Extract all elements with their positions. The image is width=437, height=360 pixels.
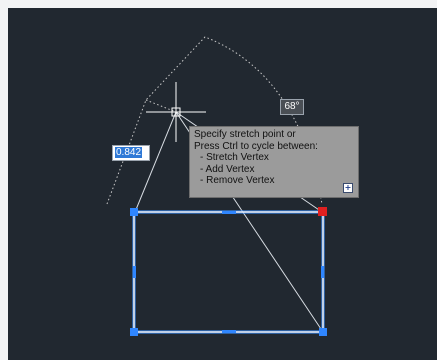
rectangle-polyline[interactable] xyxy=(133,211,324,333)
tooltip-option-remove-vertex: - Remove Vertex xyxy=(200,175,275,186)
vertex-grip-top-left[interactable] xyxy=(130,208,138,216)
midpoint-grip-right[interactable] xyxy=(321,266,324,278)
vertex-grip-bottom-right[interactable] xyxy=(319,328,327,336)
midpoint-grip-left[interactable] xyxy=(133,266,136,278)
dynamic-length-input[interactable]: 0.842 xyxy=(112,145,150,161)
tooltip-option-add-vertex: - Add Vertex xyxy=(200,163,255,175)
dynamic-length-value[interactable]: 0.842 xyxy=(115,147,143,158)
midpoint-grip-bottom[interactable] xyxy=(222,330,236,333)
expand-plus-icon[interactable]: + xyxy=(343,183,353,193)
stretch-point-tooltip: Specify stretch point or Press Ctrl to c… xyxy=(189,126,359,198)
tooltip-line-1: Specify stretch point or xyxy=(194,129,296,140)
vertex-grip-top-right-hot[interactable] xyxy=(318,207,327,216)
midpoint-grip-top[interactable] xyxy=(222,211,236,214)
tooltip-line-2: Press Ctrl to cycle between: xyxy=(194,140,318,152)
drawing-canvas[interactable]: 0.842 68° Specify stretch point or Press… xyxy=(8,8,437,360)
tooltip-option-stretch-vertex: - Stretch Vertex xyxy=(200,152,269,163)
rectangle-polyline-glow xyxy=(132,210,325,334)
cad-window: 0.842 68° Specify stretch point or Press… xyxy=(0,0,437,360)
angle-readout: 68° xyxy=(280,99,304,115)
rubber-band-line-left xyxy=(134,111,177,213)
vertex-grip-bottom-left[interactable] xyxy=(130,328,138,336)
